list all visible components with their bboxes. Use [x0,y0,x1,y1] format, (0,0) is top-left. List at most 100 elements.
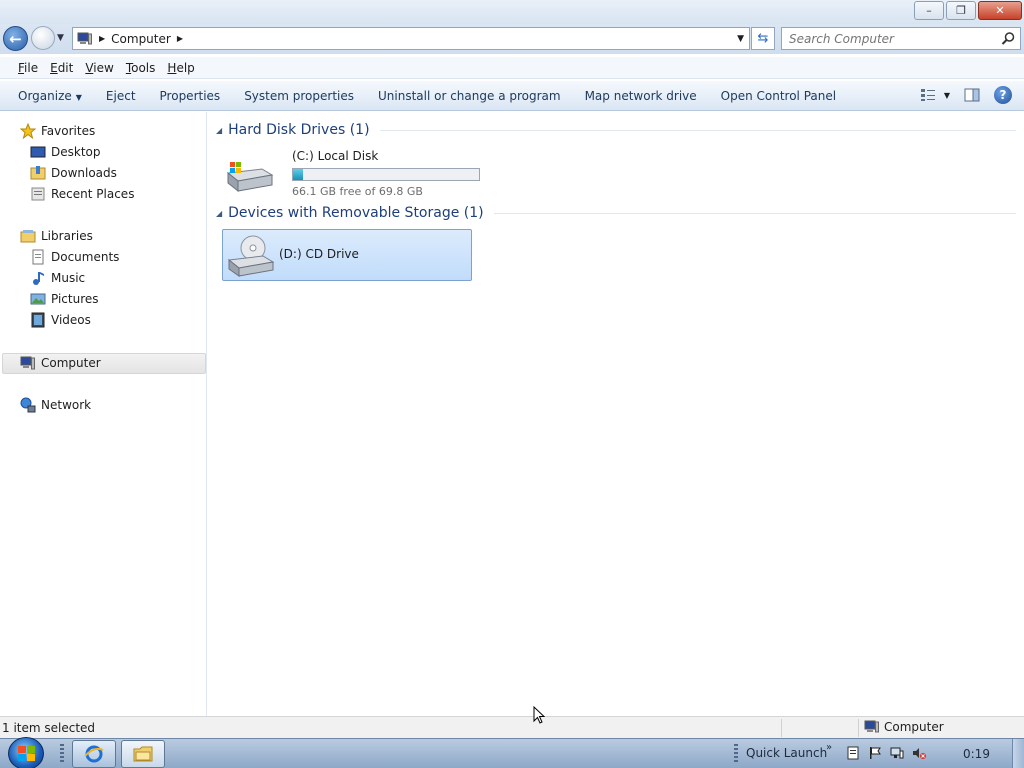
window-controls: – ❐ ✕ [914,1,1022,20]
status-location-label: Computer [884,720,944,734]
mouse-cursor-icon [533,706,545,724]
nav-downloads[interactable]: Downloads [30,163,117,183]
nav-pictures-label: Pictures [51,292,99,306]
taskbar-internet-explorer[interactable] [72,740,116,768]
nav-recent-places[interactable]: Recent Places [30,184,134,204]
chevron-down-icon: ▼ [943,90,950,100]
breadcrumb-computer[interactable]: Computer [111,32,171,46]
menu-view[interactable]: View [79,61,119,75]
nav-downloads-label: Downloads [51,166,117,180]
help-icon[interactable]: ? [994,86,1012,104]
minimize-button[interactable]: – [914,1,944,20]
group-title-removable: Devices with Removable Storage (1) [228,205,484,221]
open-control-panel-button[interactable]: Open Control Panel [715,89,842,103]
taskbar-grip[interactable] [734,744,738,764]
network-status-icon[interactable] [890,746,904,760]
collapse-icon[interactable]: ◢ [216,209,222,218]
breadcrumb-arrow-icon[interactable]: ▶ [99,34,105,43]
refresh-icon: ⇆ [757,31,769,46]
pictures-icon [30,293,46,305]
organize-button[interactable]: Organize ▼ [12,89,88,103]
computer-icon [20,356,35,370]
network-icon [20,397,36,413]
notes-icon[interactable] [846,746,860,760]
forward-button[interactable] [31,26,55,50]
taskbar: Quick Launch » 0:19 [0,737,1024,768]
properties-button[interactable]: Properties [154,89,227,103]
maximize-button[interactable]: ❐ [946,1,976,20]
recent-pages-dropdown[interactable]: ▼ [57,33,64,43]
clock[interactable]: 0:19 [963,747,990,761]
selection-count: 1 item selected [2,721,96,735]
star-icon [20,123,36,139]
nav-documents[interactable]: Documents [30,247,119,267]
refresh-button[interactable]: ⇆ [751,27,775,50]
computer-icon [864,720,879,733]
menu-tools[interactable]: Tools [120,61,162,75]
nav-desktop-label: Desktop [51,145,101,159]
drive-d[interactable]: (D:) CD Drive [222,229,472,281]
nav-recent-places-label: Recent Places [51,187,135,201]
group-header-hard-disk[interactable]: ◢ Hard Disk Drives (1) [216,122,1016,138]
nav-computer[interactable]: Computer [20,353,101,373]
quick-launch-label[interactable]: Quick Launch [746,746,827,760]
drive-d-name: (D:) CD Drive [279,247,359,261]
address-dropdown-icon[interactable]: ▼ [737,34,744,44]
view-options-icon [920,89,935,101]
view-controls: ▼ ? [920,86,1012,104]
drive-c[interactable]: (C:) Local Disk 66.1 GB free of 69.8 GB [222,145,482,198]
taskbar-windows-explorer[interactable] [121,740,165,768]
group-divider [379,129,1016,131]
system-tray [846,746,926,760]
system-properties-button[interactable]: System properties [238,89,360,103]
change-view-button[interactable]: ▼ [920,88,950,102]
close-button[interactable]: ✕ [978,1,1022,20]
nav-videos[interactable]: Videos [30,310,91,330]
menu-edit[interactable]: Edit [44,61,79,75]
group-title-hard-disk: Hard Disk Drives (1) [228,122,370,138]
command-bar: Organize ▼ Eject Properties System proper… [0,81,1024,111]
volume-muted-icon[interactable] [912,746,926,760]
drive-c-usage-bar [292,168,480,181]
address-bar[interactable]: ▶ Computer ▶ ▼ [72,27,750,50]
nav-pictures[interactable]: Pictures [30,289,99,309]
back-button[interactable]: ← [3,26,28,51]
menu-file[interactable]: File [12,61,44,75]
start-button[interactable] [8,737,44,768]
map-network-drive-button[interactable]: Map network drive [579,89,703,103]
uninstall-program-button[interactable]: Uninstall or change a program [372,89,567,103]
music-icon [33,272,44,285]
preview-pane-icon[interactable] [964,88,980,102]
hard-disk-icon [226,162,274,193]
collapse-icon[interactable]: ◢ [216,126,222,135]
desktop-icon [30,146,46,158]
nav-libraries[interactable]: Libraries [20,226,93,246]
search-icon[interactable] [1001,31,1016,46]
folder-icon [133,746,153,762]
quick-launch-chevron-icon[interactable]: » [826,742,832,753]
group-divider [493,212,1016,214]
group-header-removable[interactable]: ◢ Devices with Removable Storage (1) [216,205,1016,221]
chevron-down-icon: ▼ [75,92,82,102]
eject-button[interactable]: Eject [100,89,142,103]
nav-music[interactable]: Music [30,268,85,288]
recent-places-icon [31,187,45,201]
action-center-flag-icon[interactable] [868,746,882,760]
address-row: ← ▼ ▶ Computer ▶ ▼ ⇆ [0,24,1024,54]
status-divider [781,719,782,737]
nav-libraries-label: Libraries [41,229,93,243]
drive-c-usage-fill [293,169,303,180]
taskbar-grip[interactable] [60,744,64,764]
breadcrumb-arrow-icon[interactable]: ▶ [177,34,183,43]
libraries-icon [20,230,36,243]
nav-desktop[interactable]: Desktop [30,142,101,162]
search-input[interactable] [789,31,989,46]
show-desktop-button[interactable] [1012,739,1024,768]
search-box[interactable] [781,27,1021,50]
videos-icon [31,312,45,328]
nav-favorites[interactable]: Favorites [20,121,95,141]
status-location: Computer [864,720,944,734]
nav-network[interactable]: Network [20,395,91,415]
navigation-pane: Favorites Desktop Downloads Recent Place… [0,112,207,716]
menu-help[interactable]: Help [161,61,200,75]
